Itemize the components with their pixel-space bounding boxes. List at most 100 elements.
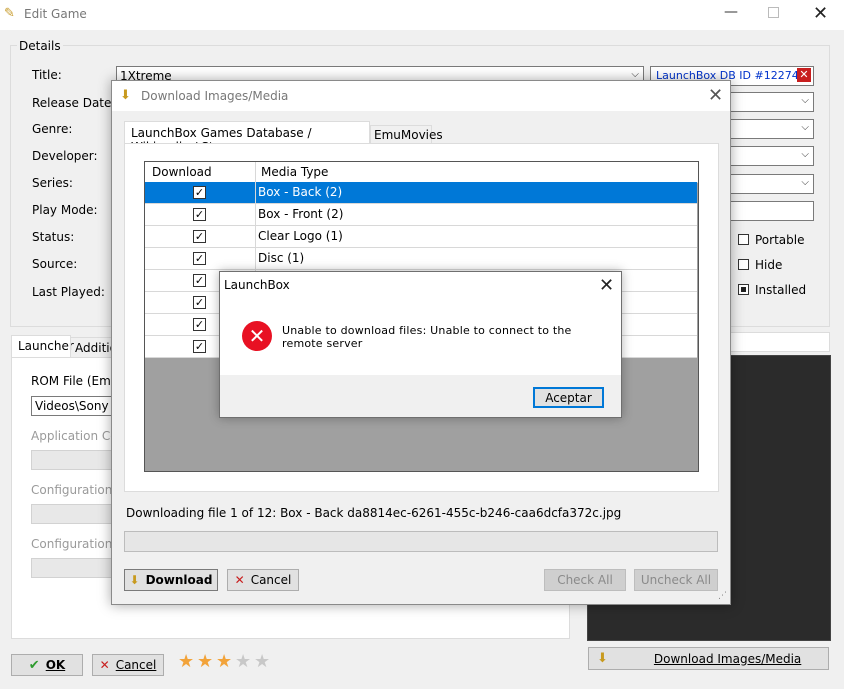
edit-window-titlebar[interactable]: ✎ Edit Game — ✕ <box>0 0 844 30</box>
pencil-icon: ✎ <box>4 6 15 21</box>
download-checkbox[interactable]: ✓ <box>193 340 206 353</box>
list-item[interactable]: ✓ Box - Back (2) <box>145 182 697 204</box>
configuration-app-input[interactable] <box>31 504 121 524</box>
play-mode-field[interactable] <box>728 201 814 221</box>
hide-label: Hide <box>755 258 783 272</box>
configuration-command-input[interactable] <box>31 558 121 578</box>
cancel-button[interactable]: ✕ Cancel <box>92 654 164 676</box>
cancel-x-icon: ✕ <box>234 573 245 587</box>
uncheck-all-button[interactable]: Uncheck All <box>634 569 718 591</box>
tab-launchbox-db[interactable]: LaunchBox Games Database / Wikipedia / S… <box>124 121 370 154</box>
tab-launcher[interactable]: Launcher <box>11 335 74 358</box>
hide-checkbox[interactable] <box>738 259 749 270</box>
check-all-button[interactable]: Check All <box>544 569 626 591</box>
dialog-cancel-label: Cancel <box>250 573 292 587</box>
column-separator <box>255 182 256 204</box>
rating-star-5[interactable]: ★ <box>254 652 270 672</box>
message-box-titlebar[interactable]: LaunchBox ✕ <box>220 272 621 300</box>
media-type-label: Clear Logo (1) <box>258 229 343 243</box>
media-type-label: Box - Back (2) <box>258 185 343 199</box>
series-field[interactable]: ⌵ <box>728 174 814 194</box>
download-checkbox[interactable]: ✓ <box>193 274 206 287</box>
portable-checkbox[interactable] <box>738 234 749 245</box>
download-checkbox[interactable]: ✓ <box>193 252 206 265</box>
download-images-media-label: Download Images/Media <box>653 651 802 666</box>
chevron-down-icon: ⌵ <box>801 149 809 160</box>
genre-field[interactable]: ⌵ <box>728 119 814 139</box>
rating-star-4[interactable]: ★ <box>235 652 251 672</box>
download-status-text: Downloading file 1 of 12: Box - Back da8… <box>126 506 622 520</box>
uncheck-all-label: Uncheck All <box>640 573 712 587</box>
details-group-label: Details <box>17 39 63 53</box>
media-preview-header <box>728 332 830 352</box>
media-type-label: Box - Front (2) <box>258 207 344 221</box>
download-checkbox[interactable]: ✓ <box>193 230 206 243</box>
chevron-down-icon: ⌵ <box>631 69 639 80</box>
download-button[interactable]: ⬇ Download <box>124 569 218 591</box>
media-type-label: Disc (1) <box>258 251 305 265</box>
close-icon[interactable]: ✕ <box>599 275 614 296</box>
tab-emumovies-label: EmuMovies <box>374 128 443 142</box>
close-icon[interactable]: ✕ <box>813 3 828 24</box>
download-dialog-title: Download Images/Media <box>141 89 289 103</box>
cancel-x-icon: ✕ <box>99 658 110 672</box>
installed-label: Installed <box>755 283 807 297</box>
developer-label: Developer: <box>32 149 98 163</box>
check-all-label: Check All <box>557 573 613 587</box>
checkmark-icon: ✔ <box>28 657 40 673</box>
error-message: Unable to download files: Unable to conn… <box>282 324 572 350</box>
download-checkbox[interactable]: ✓ <box>193 296 206 309</box>
portable-label: Portable <box>755 233 805 247</box>
download-arrow-icon: ⬇ <box>120 88 131 103</box>
list-header: Download Media Type <box>145 162 698 183</box>
error-icon: ✕ <box>242 321 272 351</box>
column-separator <box>255 226 256 248</box>
series-label: Series: <box>32 176 73 190</box>
application-command-input[interactable] <box>31 450 121 470</box>
download-button-label: Download <box>145 573 213 587</box>
list-item[interactable]: ✓ Clear Logo (1) <box>145 226 697 248</box>
column-separator <box>255 204 256 226</box>
status-label: Status: <box>32 230 75 244</box>
maximize-button[interactable] <box>768 7 779 18</box>
download-images-media-button[interactable]: ⬇ Download Images/Media <box>588 647 829 670</box>
minimize-button[interactable]: — <box>724 4 738 20</box>
download-dialog-titlebar[interactable]: ⬇ Download Images/Media ✕ <box>112 81 730 111</box>
source-label: Source: <box>32 257 78 271</box>
remove-link-button[interactable]: ✕ <box>797 68 811 82</box>
resize-grip-icon[interactable]: ⋰ <box>718 591 727 601</box>
download-checkbox[interactable]: ✓ <box>193 208 206 221</box>
developer-field[interactable]: ⌵ <box>728 146 814 166</box>
download-checkbox[interactable]: ✓ <box>193 186 206 199</box>
rating-star-1[interactable]: ★ <box>178 652 194 672</box>
close-icon[interactable]: ✕ <box>708 85 723 106</box>
column-header-media-type[interactable]: Media Type <box>261 165 328 179</box>
column-header-download[interactable]: Download <box>152 165 212 179</box>
cancel-label: Cancel <box>115 658 157 672</box>
download-progress-bar <box>124 531 718 552</box>
checkbox-fill <box>741 287 746 292</box>
column-separator <box>255 162 256 182</box>
download-checkbox[interactable]: ✓ <box>193 318 206 331</box>
release-date-label: Release Date: <box>32 96 116 110</box>
tab-launcher-label: Launcher <box>18 339 74 353</box>
release-date-field[interactable]: ⌵ <box>728 92 814 112</box>
list-item[interactable]: ✓ Box - Front (2) <box>145 204 697 226</box>
download-arrow-icon: ⬇ <box>597 651 608 666</box>
installed-checkbox[interactable] <box>738 284 749 295</box>
rating-star-3[interactable]: ★ <box>216 652 232 672</box>
rating-star-2[interactable]: ★ <box>197 652 213 672</box>
accept-button[interactable]: Aceptar <box>533 387 604 408</box>
tab-additional[interactable]: Additio <box>70 337 117 358</box>
tab-emumovies[interactable]: EmuMovies <box>370 125 443 144</box>
chevron-down-icon: ⌵ <box>801 122 809 133</box>
rom-file-input[interactable]: Videos\Sony Pla <box>31 396 121 416</box>
list-item[interactable]: ✓ Disc (1) <box>145 248 697 270</box>
message-box: LaunchBox ✕ ✕ Unable to download files: … <box>219 271 622 418</box>
edit-window-title: Edit Game <box>24 7 87 21</box>
title-label: Title: <box>32 68 62 82</box>
dialog-cancel-button[interactable]: ✕ Cancel <box>227 569 299 591</box>
chevron-down-icon: ⌵ <box>801 177 809 188</box>
accept-label: Aceptar <box>545 390 592 405</box>
ok-button[interactable]: ✔ OK <box>11 654 83 676</box>
